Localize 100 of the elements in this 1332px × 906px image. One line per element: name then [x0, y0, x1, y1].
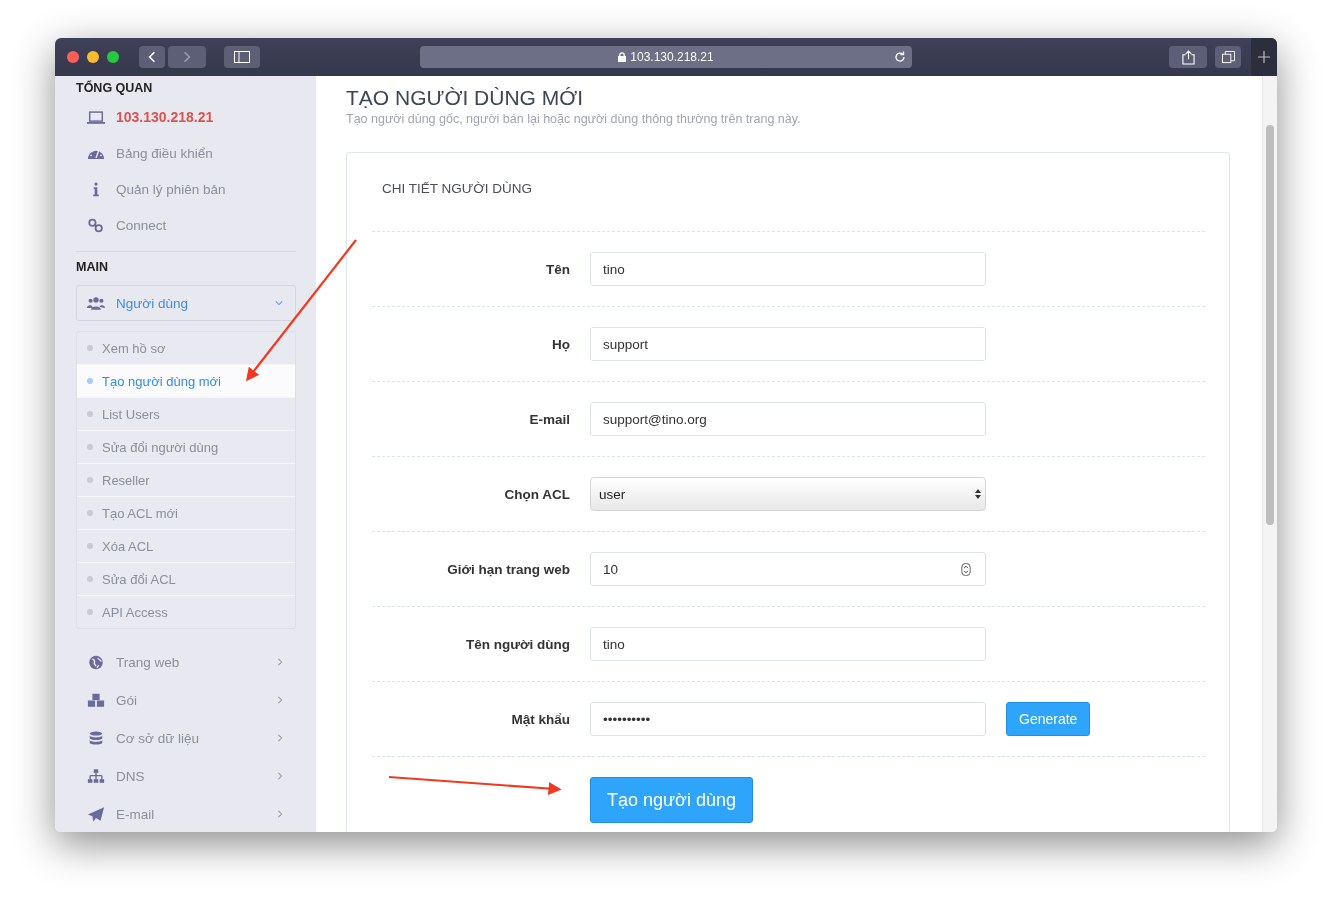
- share-button[interactable]: [1169, 46, 1207, 68]
- section-heading: TỔNG QUAN: [76, 79, 154, 97]
- submenu-item[interactable]: Reseller: [77, 463, 295, 496]
- sidebar-item[interactable]: Trang web: [76, 643, 296, 681]
- users-icon: [87, 295, 105, 311]
- bullet-icon: [87, 411, 93, 417]
- lock-icon: [618, 52, 627, 62]
- submenu-label: API Access: [102, 604, 168, 620]
- address-bar[interactable]: 103.130.218.21: [420, 46, 912, 68]
- submenu-item[interactable]: Tạo ACL mới: [77, 496, 295, 529]
- sidebar-item[interactable]: Gói: [76, 681, 296, 719]
- submenu-label: Sửa đổi ACL: [102, 571, 176, 587]
- scrollbar-thumb[interactable]: [1266, 125, 1274, 525]
- field-label: Mật khẩu: [510, 711, 571, 727]
- link-icon: [87, 217, 105, 233]
- sidebar-item[interactable]: Bảng điều khiển: [76, 135, 296, 171]
- sidebar-item[interactable]: Quản lý phiên bản: [76, 171, 296, 207]
- submenu-item[interactable]: Xem hồ sơ: [77, 332, 295, 364]
- sitemap-icon: [87, 768, 105, 784]
- zoom-icon[interactable]: [107, 51, 119, 63]
- bullet-icon: [87, 609, 93, 615]
- field-label: Họ: [551, 336, 571, 352]
- section-heading: MAIN: [76, 259, 109, 276]
- sidebar-label: Connect: [116, 217, 168, 233]
- sidebar-item[interactable]: 103.130.218.21: [76, 99, 296, 135]
- bullet-icon: [87, 444, 93, 450]
- plus-icon: [1258, 51, 1270, 63]
- submenu-label: Reseller: [102, 472, 150, 488]
- input-field[interactable]: support@tino.org: [590, 402, 986, 436]
- sidebar-icon: [234, 51, 250, 63]
- submenu-label: Sửa đổi người dùng: [102, 439, 219, 455]
- password-field[interactable]: ••••••••••: [590, 702, 986, 736]
- database-icon: [87, 730, 105, 746]
- sidebar-item[interactable]: Cơ sở dữ liệu: [76, 719, 296, 757]
- submit-button[interactable]: Tạo người dùng: [590, 777, 753, 823]
- submenu-item[interactable]: Xóa ACL: [77, 529, 295, 562]
- field-value: support: [603, 336, 649, 352]
- submenu-item[interactable]: Sửa đổi người dùng: [77, 430, 295, 463]
- submenu-label: Tạo ACL mới: [102, 505, 178, 521]
- back-button[interactable]: [139, 46, 165, 68]
- sidebar-label: 103.130.218.21: [116, 109, 215, 125]
- select-value: user: [599, 486, 626, 502]
- bullet-icon: [87, 576, 93, 582]
- new-tab-button[interactable]: [1251, 38, 1277, 76]
- spinner-icon: [961, 562, 971, 576]
- input-field[interactable]: tino: [590, 252, 986, 286]
- back-icon: [148, 51, 156, 63]
- bullet-icon: [87, 543, 93, 549]
- paper-plane-icon: [87, 806, 105, 822]
- submenu-item[interactable]: API Access: [77, 595, 295, 628]
- submenu-label: Xóa ACL: [102, 538, 154, 554]
- number-field[interactable]: 10: [590, 552, 986, 586]
- page-subtitle: Tạo người dùng gốc, người bán lại hoặc người dùng thông thường trên trang này.: [346, 112, 802, 126]
- sidebar-label: DNS: [116, 768, 146, 784]
- field-label: E-mail: [528, 411, 571, 427]
- menu-label: Người dùng: [116, 295, 189, 311]
- sidebar-label: E-mail: [116, 806, 156, 822]
- field-value: tino: [603, 636, 625, 652]
- forward-icon: [183, 51, 191, 63]
- bullet-icon: [87, 345, 93, 351]
- card-heading: CHI TIẾT NGƯỜI DÙNG: [381, 180, 534, 198]
- input-field[interactable]: tino: [590, 627, 986, 661]
- sidebar-item[interactable]: Connect: [76, 207, 296, 243]
- chevron-icon: [275, 299, 283, 307]
- sidebar-label: Cơ sở dữ liệu: [116, 730, 201, 746]
- field-label: Tên người dùng: [464, 636, 571, 652]
- url-text: 103.130.218.21: [630, 50, 714, 64]
- bullet-icon: [87, 477, 93, 483]
- sidebar-label: Gói: [116, 692, 138, 708]
- submenu-item[interactable]: Tạo người dùng mới: [77, 364, 295, 397]
- submenu-item[interactable]: List Users: [77, 397, 295, 430]
- sidebar-toggle-button[interactable]: [224, 46, 260, 68]
- bullet-icon: [87, 378, 93, 384]
- page-title: TẠO NGƯỜI DÙNG MỚI: [346, 86, 585, 110]
- select-dropdown[interactable]: user: [590, 477, 986, 511]
- submenu-label: Xem hồ sơ: [102, 340, 166, 356]
- sidebar-label: Quản lý phiên bản: [116, 181, 227, 197]
- submenu-item[interactable]: Sửa đổi ACL: [77, 562, 295, 595]
- submenu-label: Tạo người dùng mới: [102, 373, 221, 389]
- field-label: Chọn ACL: [503, 486, 571, 502]
- tabs-button[interactable]: [1215, 46, 1241, 68]
- laptop-icon: [87, 109, 105, 125]
- sidebar-item[interactable]: E-mail: [76, 795, 296, 832]
- share-icon: [1181, 49, 1195, 65]
- generate-button[interactable]: Generate: [1006, 702, 1091, 736]
- globe-icon: [87, 654, 105, 670]
- field-value: ••••••••••: [603, 711, 651, 727]
- sidebar-label: Bảng điều khiển: [116, 145, 214, 161]
- field-value: 10: [603, 561, 619, 577]
- field-label: Giới hạn trang web: [446, 561, 571, 577]
- input-field[interactable]: support: [590, 327, 986, 361]
- reload-icon[interactable]: [894, 51, 906, 63]
- cubes-icon: [87, 692, 105, 708]
- submenu-label: List Users: [102, 406, 160, 422]
- sidebar-item[interactable]: DNS: [76, 757, 296, 795]
- minimize-icon[interactable]: [87, 51, 99, 63]
- bullet-icon: [87, 510, 93, 516]
- menu-group[interactable]: Người dùng: [76, 285, 296, 321]
- close-icon[interactable]: [67, 51, 79, 63]
- tabs-icon: [1221, 50, 1235, 64]
